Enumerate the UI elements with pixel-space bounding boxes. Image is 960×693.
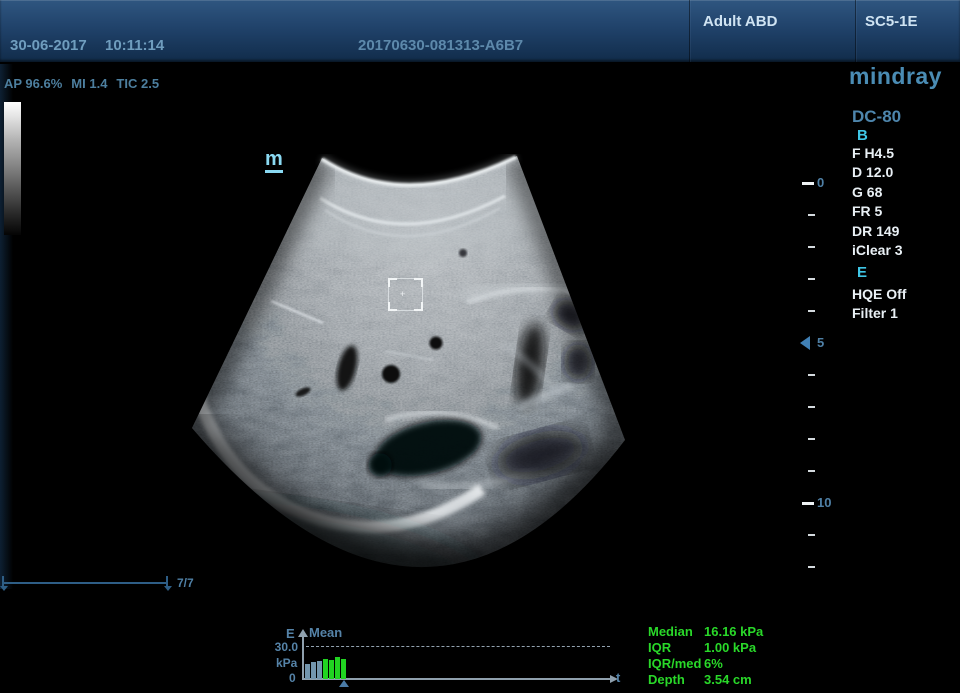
measurement-value-iqr-med: 6% — [704, 656, 723, 671]
orientation-marker: m — [265, 149, 283, 173]
measurement-value-median: 16.16 kPa — [704, 624, 763, 639]
graph-y-axis — [302, 636, 304, 680]
trend-bar-6 — [335, 657, 340, 679]
depth-tick-major — [802, 182, 814, 185]
elasto-roi-box[interactable]: + — [388, 278, 423, 311]
roi-corner — [388, 278, 397, 287]
depth-tick-minor — [808, 406, 815, 408]
depth-tick-minor — [808, 310, 815, 312]
graph-title: Mean — [309, 625, 342, 640]
measurement-label-depth: Depth — [648, 672, 702, 687]
cine-end-tick — [166, 576, 168, 586]
trend-bar-5 — [329, 660, 334, 679]
depth-label-5: 5 — [817, 335, 824, 350]
depth-label-0: 0 — [817, 175, 824, 190]
measurement-label-median: Median — [648, 624, 702, 639]
depth-label-10: 10 — [817, 495, 831, 510]
cine-end-marker — [164, 586, 172, 591]
trend-bar-2 — [311, 662, 316, 679]
trend-bar-4 — [323, 659, 328, 679]
b-mode-image — [0, 0, 960, 693]
measurement-value-iqr: 1.00 kPa — [704, 640, 756, 655]
trend-bar-7 — [341, 659, 346, 679]
ultrasound-workstation-screen: 30-06-2017 10:11:14 20170630-081313-A6B7… — [0, 0, 960, 693]
depth-tick-minor — [808, 470, 815, 472]
roi-corner — [414, 302, 423, 311]
depth-tick-minor — [808, 214, 815, 216]
roi-corner — [414, 278, 423, 287]
graph-reference-line — [306, 646, 610, 647]
roi-cursor: + — [400, 289, 405, 299]
cine-start-tick — [2, 576, 4, 586]
measurement-value-depth: 3.54 cm — [704, 672, 752, 687]
graph-unit-label: kPa — [276, 656, 297, 670]
depth-tick-major — [802, 502, 814, 505]
depth-tick-minor — [808, 246, 815, 248]
current-frame-marker-icon — [339, 680, 349, 687]
focus-position-arrow-icon[interactable] — [800, 336, 810, 350]
depth-tick-minor — [808, 374, 815, 376]
vessel-dark — [382, 365, 400, 383]
depth-tick-minor — [808, 534, 815, 536]
trend-bar-3 — [317, 661, 322, 679]
graph-x-axis-name: t — [616, 670, 620, 685]
depth-tick-minor — [808, 438, 815, 440]
depth-tick-minor — [808, 278, 815, 280]
vessel-dark — [430, 337, 443, 350]
depth-tick-minor — [808, 566, 815, 568]
cine-frame-counter: 7/7 — [177, 576, 194, 590]
graph-ref-value: 30.0 — [268, 640, 298, 654]
measurement-label-iqr-med: IQR/med — [648, 656, 702, 671]
cine-progress-bar[interactable] — [2, 582, 168, 584]
cine-start-marker — [0, 586, 8, 591]
graph-zero-label: 0 — [289, 671, 296, 685]
trend-bar-1 — [305, 664, 310, 679]
roi-corner — [388, 302, 397, 311]
graph-y-axis-name: E — [286, 626, 295, 641]
measurement-label-iqr: IQR — [648, 640, 702, 655]
graph-x-axis — [302, 678, 612, 680]
